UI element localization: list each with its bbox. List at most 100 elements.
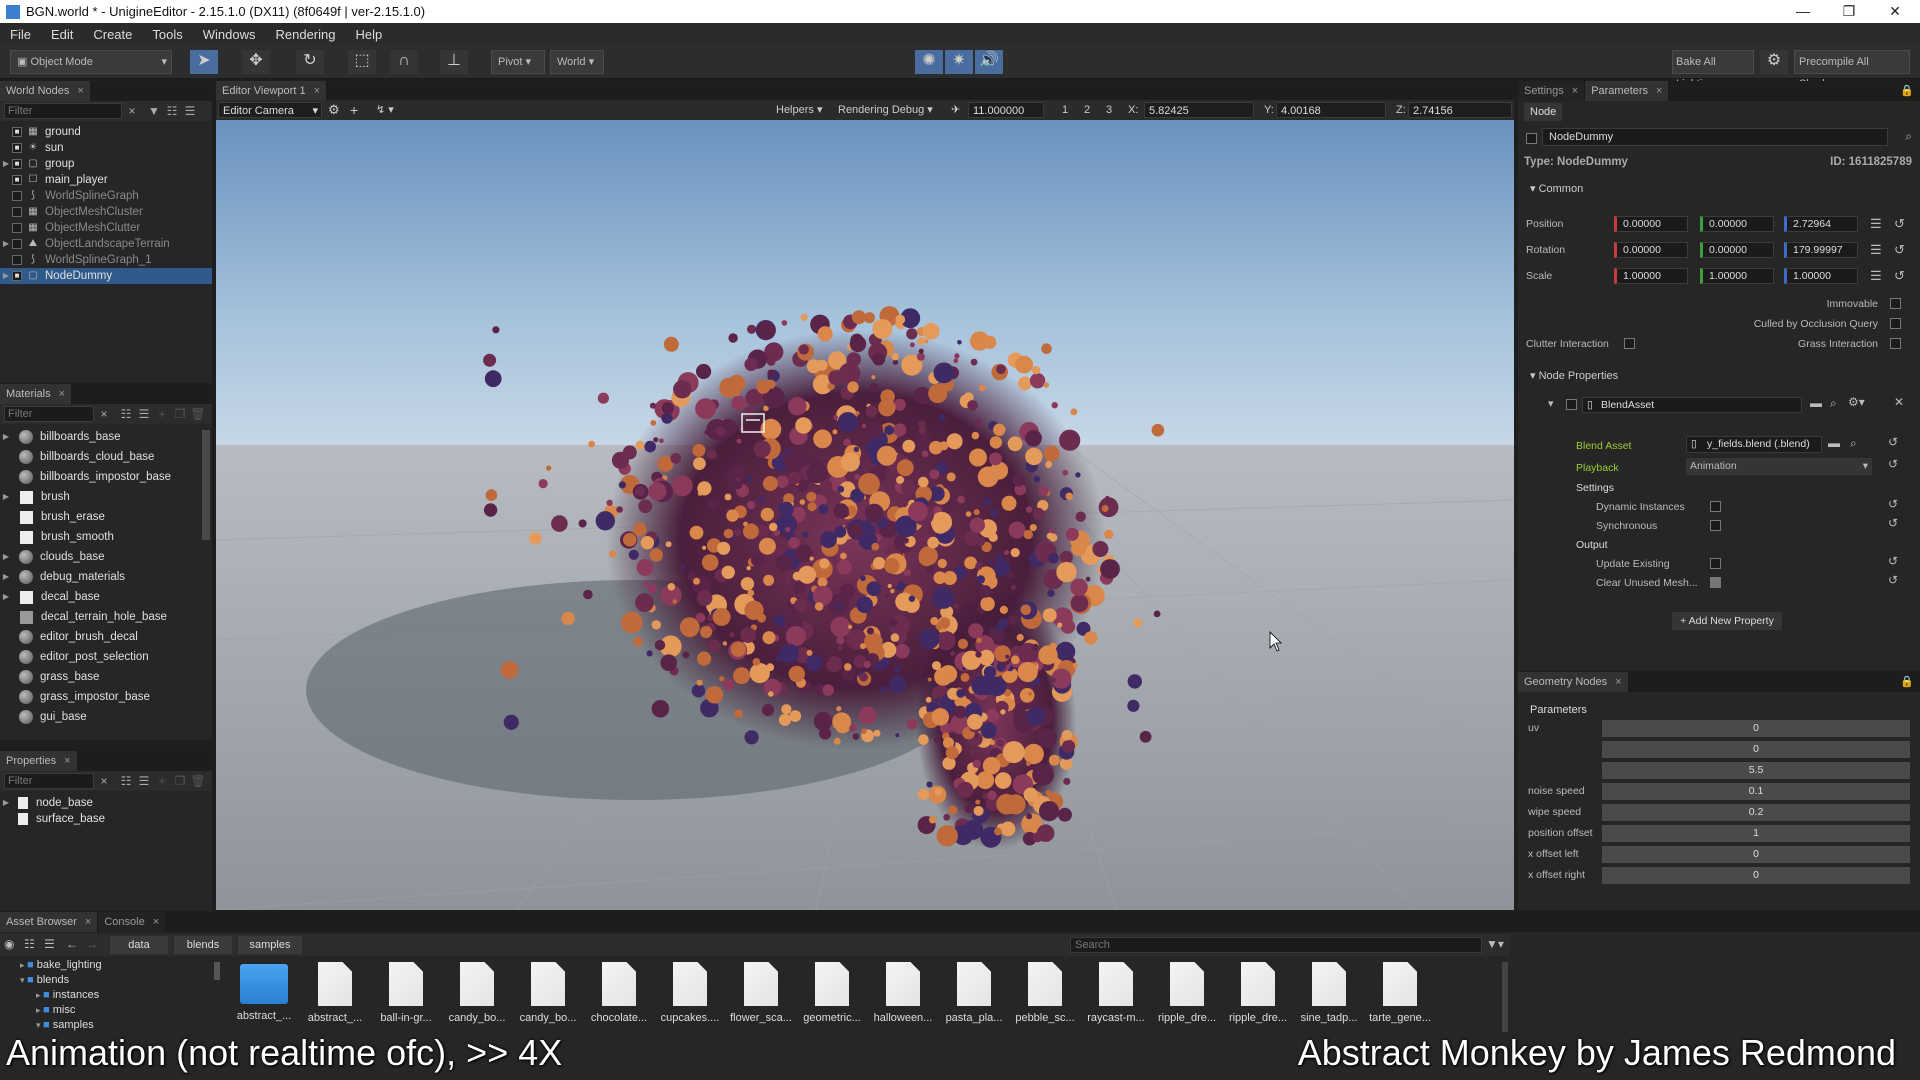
- breadcrumb-samples[interactable]: samples: [238, 936, 302, 954]
- lock-icon[interactable]: 🔒: [1900, 84, 1914, 97]
- enabled-checkbox[interactable]: [12, 239, 22, 249]
- list-item[interactable]: surface_base: [0, 811, 212, 827]
- rotation-y-field[interactable]: 0.00000: [1700, 242, 1774, 258]
- asset-file[interactable]: abstract_...: [303, 962, 367, 1024]
- filter-icon[interactable]: ▼: [146, 104, 162, 118]
- expand-arrow-icon[interactable]: ▶: [0, 487, 12, 507]
- tab-materials[interactable]: Materials ×: [0, 384, 73, 404]
- material-item[interactable]: brush_smooth: [0, 527, 212, 547]
- gear-icon[interactable]: ⚙: [1760, 50, 1788, 74]
- scale-x-field[interactable]: 1.00000: [1614, 268, 1688, 284]
- select-tool-icon[interactable]: ➤: [190, 50, 218, 74]
- tree-node-sun[interactable]: ■ ☀ sun: [0, 140, 212, 156]
- reset-icon[interactable]: ↺: [1888, 435, 1898, 449]
- expand-arrow-icon[interactable]: ▶: [0, 795, 12, 811]
- enabled-checkbox[interactable]: [12, 191, 22, 201]
- tab-settings[interactable]: Settings ×: [1518, 81, 1586, 101]
- tree-node-objectmeshclutter[interactable]: ▦ ObjectMeshClutter: [0, 220, 212, 236]
- grid-2-button[interactable]: 2: [1084, 102, 1090, 118]
- tab-node[interactable]: Node: [1524, 103, 1563, 121]
- asset-file[interactable]: cupcakes....: [658, 962, 722, 1024]
- asset-file[interactable]: raycast-m...: [1084, 962, 1148, 1024]
- node-name-field[interactable]: NodeDummy: [1542, 128, 1888, 146]
- geometry-param-field[interactable]: 0: [1602, 846, 1910, 863]
- enabled-checkbox[interactable]: [12, 255, 22, 265]
- menu-icon[interactable]: ☰: [1870, 268, 1882, 284]
- list-icon[interactable]: ☰: [44, 937, 55, 951]
- enabled-checkbox[interactable]: [12, 207, 22, 217]
- world-dropdown[interactable]: World ▾: [550, 50, 604, 74]
- tree-node-objectmeshcluster[interactable]: ▦ ObjectMeshCluster: [0, 204, 212, 220]
- position-y-field[interactable]: 0.00000: [1700, 216, 1774, 232]
- clear-icon[interactable]: ×: [124, 104, 140, 118]
- playback-dropdown[interactable]: Animation ▾: [1686, 458, 1872, 475]
- blendasset-property-field[interactable]: ▯ BlendAsset: [1582, 397, 1802, 413]
- close-icon[interactable]: ×: [64, 755, 70, 767]
- bake-all-lighting-button[interactable]: Bake All Lighting: [1672, 50, 1754, 90]
- precompile-shaders-button[interactable]: Precompile All Shaders: [1794, 50, 1910, 90]
- lock-icon[interactable]: 🔒: [1900, 675, 1914, 688]
- clear-icon[interactable]: ×: [96, 774, 112, 788]
- expand-arrow-icon[interactable]: ▸: [36, 990, 43, 1000]
- add-icon[interactable]: +: [154, 407, 170, 421]
- asset-file[interactable]: ball-in-gr...: [374, 962, 438, 1024]
- enabled-checkbox[interactable]: ■: [12, 271, 22, 281]
- reset-icon[interactable]: ↺: [1894, 242, 1905, 258]
- y-coord-field[interactable]: 4.00168: [1276, 102, 1386, 118]
- forward-arrow-icon[interactable]: →: [86, 937, 98, 951]
- material-item[interactable]: ▶ debug_materials: [0, 567, 212, 587]
- rotation-x-field[interactable]: 0.00000: [1614, 242, 1688, 258]
- hierarchy-icon[interactable]: ☷: [164, 104, 180, 118]
- place-icon[interactable]: ⊥: [440, 50, 468, 74]
- reset-icon[interactable]: ↺: [1894, 268, 1905, 284]
- expand-arrow-icon[interactable]: ▶: [0, 547, 12, 567]
- reset-icon[interactable]: ↺: [1888, 573, 1898, 587]
- node-properties-header[interactable]: ▾ Node Properties: [1530, 369, 1618, 382]
- geometry-param-field[interactable]: 5.5: [1602, 762, 1910, 779]
- reset-icon[interactable]: ↺: [1888, 457, 1898, 471]
- expand-arrow-icon[interactable]: ▶: [0, 567, 12, 587]
- tab-asset-browser[interactable]: Asset Browser ×: [0, 912, 99, 932]
- tree-node-ground[interactable]: ■ ▦ ground: [0, 124, 212, 140]
- expand-arrow-icon[interactable]: ▶: [0, 156, 12, 172]
- list-item[interactable]: ▶ node_base: [0, 795, 212, 811]
- hierarchy-icon[interactable]: ☷: [24, 937, 35, 951]
- menu-windows[interactable]: Windows: [193, 27, 266, 42]
- tab-editor-viewport[interactable]: Editor Viewport 1 ×: [216, 81, 328, 101]
- z-coord-field[interactable]: 2.74156: [1408, 102, 1512, 118]
- culled-by-occlusion-checkbox[interactable]: [1890, 318, 1901, 329]
- delete-icon[interactable]: 🗑: [190, 407, 206, 421]
- eye-icon[interactable]: ◉: [4, 937, 14, 951]
- update-existing-checkbox[interactable]: [1710, 558, 1721, 569]
- grid-1-button[interactable]: 1: [1062, 102, 1068, 118]
- material-item[interactable]: billboards_cloud_base: [0, 447, 212, 467]
- tab-geometry-nodes[interactable]: Geometry Nodes ×: [1518, 672, 1629, 692]
- search-icon[interactable]: ⌕: [1850, 436, 1857, 451]
- asset-file[interactable]: flower_sca...: [729, 962, 793, 1024]
- material-item[interactable]: ▶ billboards_base: [0, 427, 212, 447]
- sound-icon[interactable]: 🔊: [975, 50, 1003, 74]
- folder-icon[interactable]: ▬: [1828, 436, 1840, 450]
- tab-console[interactable]: Console ×: [98, 912, 167, 932]
- expand-arrow-icon[interactable]: ▸: [36, 1005, 43, 1015]
- expand-arrow-icon[interactable]: ▶: [0, 427, 12, 447]
- folder-item[interactable]: ▸ ■ misc: [0, 1003, 226, 1018]
- camera-settings-icon[interactable]: ⚙: [328, 102, 340, 118]
- tab-properties[interactable]: Properties ×: [0, 751, 78, 771]
- close-icon[interactable]: ×: [1656, 85, 1662, 97]
- world-nodes-filter-input[interactable]: Filter: [4, 103, 122, 119]
- material-item[interactable]: ▶ brush: [0, 487, 212, 507]
- folder-icon[interactable]: ▬: [1810, 396, 1822, 410]
- geometry-param-field[interactable]: 1: [1602, 825, 1910, 842]
- tree-node-worldsplinegraph-1[interactable]: ⟆ WorldSplineGraph_1: [0, 252, 212, 268]
- dynamic-instances-checkbox[interactable]: [1710, 501, 1721, 512]
- position-z-field[interactable]: 2.72964: [1784, 216, 1858, 232]
- geometry-param-field[interactable]: 0.2: [1602, 804, 1910, 821]
- tree-node-group[interactable]: ▶ ■ ▢ group: [0, 156, 212, 172]
- menu-icon[interactable]: ☰: [1870, 216, 1882, 232]
- material-item[interactable]: brush_erase: [0, 507, 212, 527]
- delete-icon[interactable]: 🗑: [190, 774, 206, 788]
- blendasset-enabled-checkbox[interactable]: [1566, 399, 1577, 410]
- move-tool-icon[interactable]: ✥: [242, 50, 270, 74]
- close-icon[interactable]: ×: [77, 85, 83, 97]
